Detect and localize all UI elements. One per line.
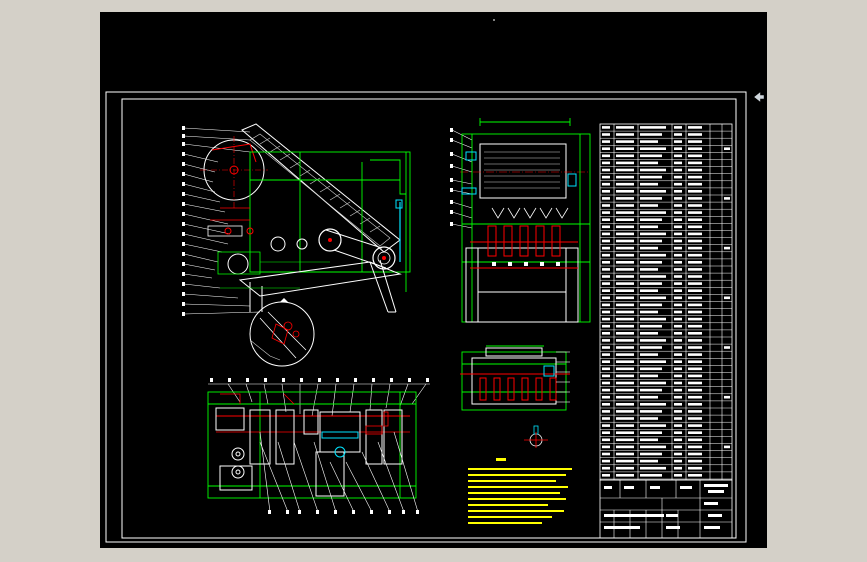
small-part-detail xyxy=(524,425,548,448)
cad-drawing-canvas[interactable] xyxy=(100,12,767,548)
cad-viewport[interactable] xyxy=(100,12,767,548)
arrow-left-icon xyxy=(754,92,764,102)
section-view xyxy=(460,345,570,448)
parts-list-table xyxy=(599,123,733,481)
side-view-label-ticks xyxy=(182,126,185,316)
side-view-base-frame xyxy=(238,259,402,313)
plan-view-machine xyxy=(207,378,430,514)
dot-icon xyxy=(493,19,495,21)
title-block xyxy=(599,479,733,539)
side-view-leaders xyxy=(183,127,261,315)
side-view-frame xyxy=(249,151,411,292)
technical-notes xyxy=(468,458,572,524)
side-view-machine xyxy=(182,123,411,367)
end-view-machine xyxy=(450,118,591,323)
detail-circle xyxy=(249,301,315,367)
